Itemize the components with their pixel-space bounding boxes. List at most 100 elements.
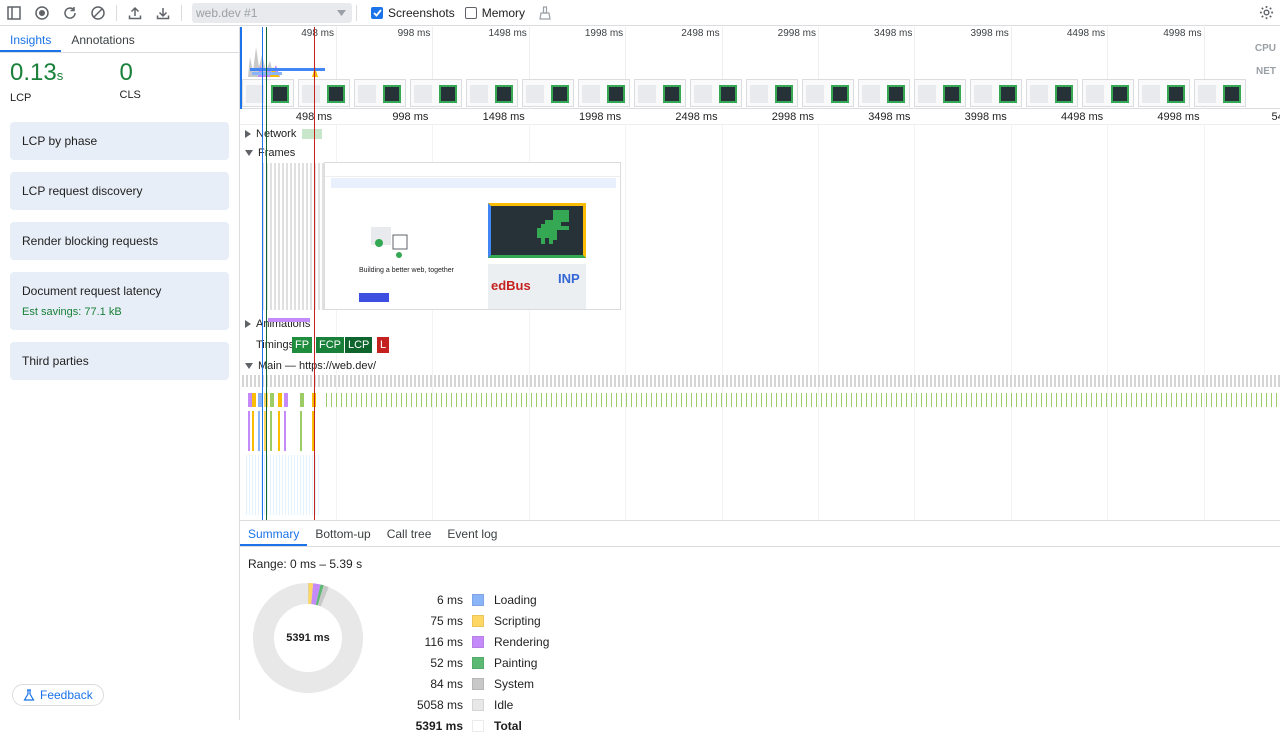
task-slice[interactable] [802, 375, 804, 387]
task-slice[interactable] [518, 375, 520, 387]
timer-slice[interactable] [936, 393, 937, 407]
timer-slice[interactable] [341, 393, 342, 407]
task-slice[interactable] [822, 375, 824, 387]
timeline-overview[interactable]: CPU NET 498 ms998 ms1498 ms1998 ms2498 m… [240, 27, 1280, 109]
timer-slice[interactable] [701, 393, 702, 407]
timer-slice[interactable] [381, 393, 382, 407]
task-slice[interactable] [278, 411, 280, 451]
task-slice[interactable] [658, 375, 660, 387]
timer-slice[interactable] [486, 393, 487, 407]
timer-slice[interactable] [1116, 393, 1117, 407]
task-slice[interactable] [674, 375, 676, 387]
timer-slice[interactable] [691, 393, 692, 407]
timer-slice[interactable] [746, 393, 747, 407]
task-slice[interactable] [282, 375, 284, 387]
task-slice[interactable] [354, 375, 356, 387]
timer-slice[interactable] [541, 393, 542, 407]
timer-slice[interactable] [1266, 393, 1267, 407]
task-slice[interactable] [312, 455, 313, 515]
task-slice[interactable] [258, 375, 260, 387]
task-slice[interactable] [934, 375, 936, 387]
timer-slice[interactable] [1136, 393, 1137, 407]
timer-slice[interactable] [736, 393, 737, 407]
task-slice[interactable] [942, 375, 944, 387]
task-slice[interactable] [386, 375, 388, 387]
timer-slice[interactable] [756, 393, 757, 407]
task-slice[interactable] [1054, 375, 1056, 387]
timer-slice[interactable] [906, 393, 907, 407]
screenshot-thumbnail[interactable] [1026, 79, 1078, 107]
timer-slice[interactable] [441, 393, 442, 407]
task-slice[interactable] [370, 375, 372, 387]
task-slice[interactable] [734, 375, 736, 387]
tab-call-tree[interactable]: Call tree [379, 521, 440, 546]
timer-slice[interactable] [721, 393, 722, 407]
task-slice[interactable] [902, 375, 904, 387]
task-slice[interactable] [278, 393, 282, 407]
timer-slice[interactable] [366, 393, 367, 407]
timer-slice[interactable] [546, 393, 547, 407]
task-slice[interactable] [1030, 375, 1032, 387]
task-slice[interactable] [338, 375, 340, 387]
task-slice[interactable] [1190, 375, 1192, 387]
recording-select[interactable]: web.dev #1 [192, 3, 352, 23]
insight-document-latency[interactable]: Document request latency Est savings: 77… [10, 272, 229, 330]
task-slice[interactable] [498, 375, 500, 387]
timer-slice[interactable] [806, 393, 807, 407]
task-slice[interactable] [246, 455, 247, 515]
task-slice[interactable] [710, 375, 712, 387]
timer-slice[interactable] [431, 393, 432, 407]
task-slice[interactable] [1050, 375, 1052, 387]
task-slice[interactable] [249, 455, 250, 515]
task-slice[interactable] [562, 375, 564, 387]
timer-slice[interactable] [726, 393, 727, 407]
task-slice[interactable] [834, 375, 836, 387]
task-slice[interactable] [1198, 375, 1200, 387]
insight-third-parties[interactable]: Third parties [10, 342, 229, 380]
task-slice[interactable] [778, 375, 780, 387]
save-profile-button[interactable] [149, 0, 177, 26]
task-slice[interactable] [758, 375, 760, 387]
task-slice[interactable] [566, 375, 568, 387]
timer-slice[interactable] [476, 393, 477, 407]
task-slice[interactable] [826, 375, 828, 387]
frame-preview[interactable]: Building a better web, together INP edBu… [324, 162, 621, 310]
timer-slice[interactable] [1181, 393, 1182, 407]
task-slice[interactable] [438, 375, 440, 387]
task-slice[interactable] [1046, 375, 1048, 387]
timer-slice[interactable] [1161, 393, 1162, 407]
task-slice[interactable] [554, 375, 556, 387]
timer-slice[interactable] [1241, 393, 1242, 407]
screenshot-thumbnail[interactable] [298, 79, 350, 107]
task-slice[interactable] [894, 375, 896, 387]
task-slice[interactable] [297, 455, 298, 515]
task-slice[interactable] [678, 375, 680, 387]
task-slice[interactable] [866, 375, 868, 387]
timeline[interactable]: CPU NET 498 ms998 ms1498 ms1998 ms2498 m… [240, 27, 1280, 520]
task-slice[interactable] [966, 375, 968, 387]
task-slice[interactable] [1234, 375, 1236, 387]
timer-slice[interactable] [776, 393, 777, 407]
task-slice[interactable] [458, 375, 460, 387]
task-slice[interactable] [550, 375, 552, 387]
task-slice[interactable] [666, 375, 668, 387]
timer-slice[interactable] [1086, 393, 1087, 407]
timer-slice[interactable] [416, 393, 417, 407]
task-slice[interactable] [284, 393, 288, 407]
task-slice[interactable] [284, 411, 286, 451]
task-slice[interactable] [1150, 375, 1152, 387]
task-slice[interactable] [770, 375, 772, 387]
task-slice[interactable] [350, 375, 352, 387]
timer-slice[interactable] [471, 393, 472, 407]
timer-slice[interactable] [816, 393, 817, 407]
task-slice[interactable] [986, 375, 988, 387]
task-slice[interactable] [630, 375, 632, 387]
task-slice[interactable] [274, 375, 276, 387]
task-slice[interactable] [522, 375, 524, 387]
task-slice[interactable] [1086, 375, 1088, 387]
timer-slice[interactable] [811, 393, 812, 407]
timer-slice[interactable] [971, 393, 972, 407]
timer-slice[interactable] [676, 393, 677, 407]
task-slice[interactable] [300, 455, 301, 515]
task-slice[interactable] [258, 455, 259, 515]
